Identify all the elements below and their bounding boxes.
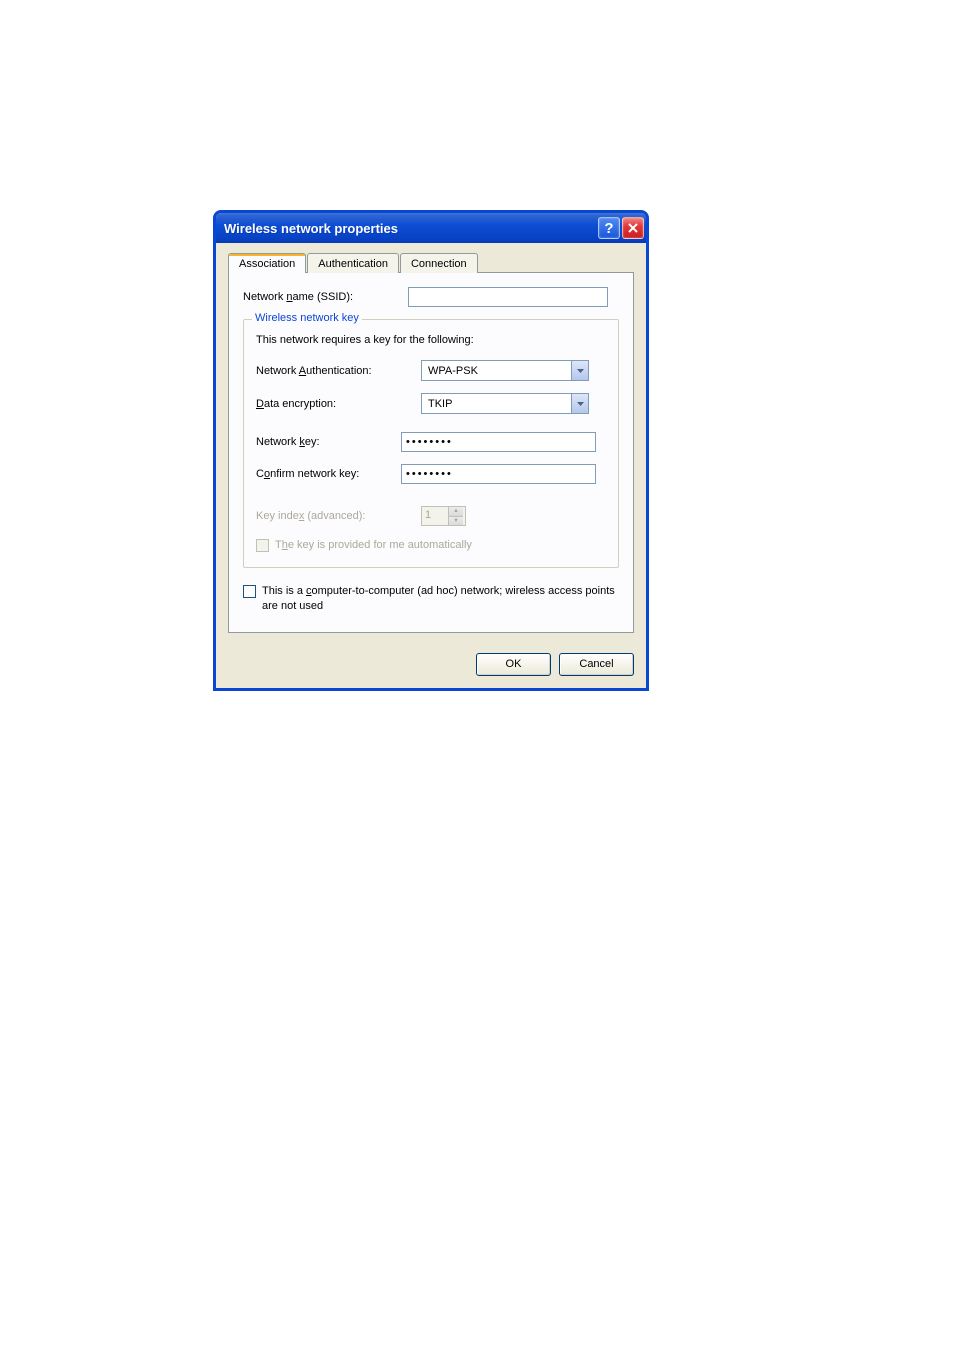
- tab-panel-association: Network name (SSID): Wireless network ke…: [228, 272, 634, 633]
- network-key-input[interactable]: [401, 432, 596, 452]
- ssid-input[interactable]: [408, 287, 608, 307]
- auth-dropdown[interactable]: WPA-PSK: [421, 360, 589, 381]
- close-button[interactable]: [622, 217, 644, 239]
- network-key-row: Network key:: [256, 432, 606, 452]
- titlebar[interactable]: Wireless network properties ?: [216, 213, 646, 243]
- confirm-key-label: Confirm network key:: [256, 468, 401, 480]
- key-index-spinner: 1 ▲ ▼: [421, 506, 466, 526]
- network-key-label: Network key:: [256, 436, 401, 448]
- autokey-checkbox-row: The key is provided for me automatically: [256, 538, 606, 553]
- tab-connection[interactable]: Connection: [400, 253, 478, 273]
- wireless-key-group: Wireless network key This network requir…: [243, 319, 619, 568]
- auth-value: WPA-PSK: [422, 365, 571, 377]
- auth-label: Network Authentication:: [256, 365, 421, 377]
- encryption-row: Data encryption: TKIP: [256, 393, 606, 414]
- spinner-down-icon: ▼: [449, 517, 463, 526]
- spinner-up-icon: ▲: [449, 507, 463, 517]
- close-icon: [628, 223, 638, 233]
- autokey-label: The key is provided for me automatically: [275, 538, 472, 553]
- chevron-down-icon: [571, 394, 588, 413]
- adhoc-checkbox[interactable]: [243, 585, 256, 598]
- key-index-label: Key index (advanced):: [256, 510, 421, 522]
- ok-button[interactable]: OK: [476, 653, 551, 676]
- wireless-properties-dialog: Wireless network properties ? Associatio…: [213, 210, 649, 691]
- group-legend: Wireless network key: [252, 312, 362, 324]
- spinner-arrows: ▲ ▼: [448, 507, 463, 525]
- tab-authentication[interactable]: Authentication: [307, 253, 399, 273]
- group-desc: This network requires a key for the foll…: [256, 334, 606, 346]
- help-button[interactable]: ?: [598, 217, 620, 239]
- dialog-content: Association Authentication Connection Ne…: [216, 243, 646, 643]
- encryption-dropdown[interactable]: TKIP: [421, 393, 589, 414]
- key-index-value: 1: [422, 507, 448, 525]
- confirm-key-input[interactable]: [401, 464, 596, 484]
- encryption-value: TKIP: [422, 398, 571, 410]
- ssid-label: Network name (SSID):: [243, 291, 408, 303]
- key-index-row: Key index (advanced): 1 ▲ ▼: [256, 506, 606, 526]
- ssid-row: Network name (SSID):: [243, 287, 619, 307]
- adhoc-label: This is a computer-to-computer (ad hoc) …: [262, 584, 619, 614]
- cancel-button[interactable]: Cancel: [559, 653, 634, 676]
- confirm-key-row: Confirm network key:: [256, 464, 606, 484]
- button-bar: OK Cancel: [216, 643, 646, 688]
- chevron-down-icon: [571, 361, 588, 380]
- adhoc-checkbox-row[interactable]: This is a computer-to-computer (ad hoc) …: [243, 584, 619, 614]
- tab-association[interactable]: Association: [228, 253, 306, 273]
- auth-row: Network Authentication: WPA-PSK: [256, 360, 606, 381]
- encryption-label: Data encryption:: [256, 398, 421, 410]
- autokey-checkbox: [256, 539, 269, 552]
- window-title: Wireless network properties: [224, 221, 596, 236]
- tabstrip: Association Authentication Connection: [228, 253, 634, 273]
